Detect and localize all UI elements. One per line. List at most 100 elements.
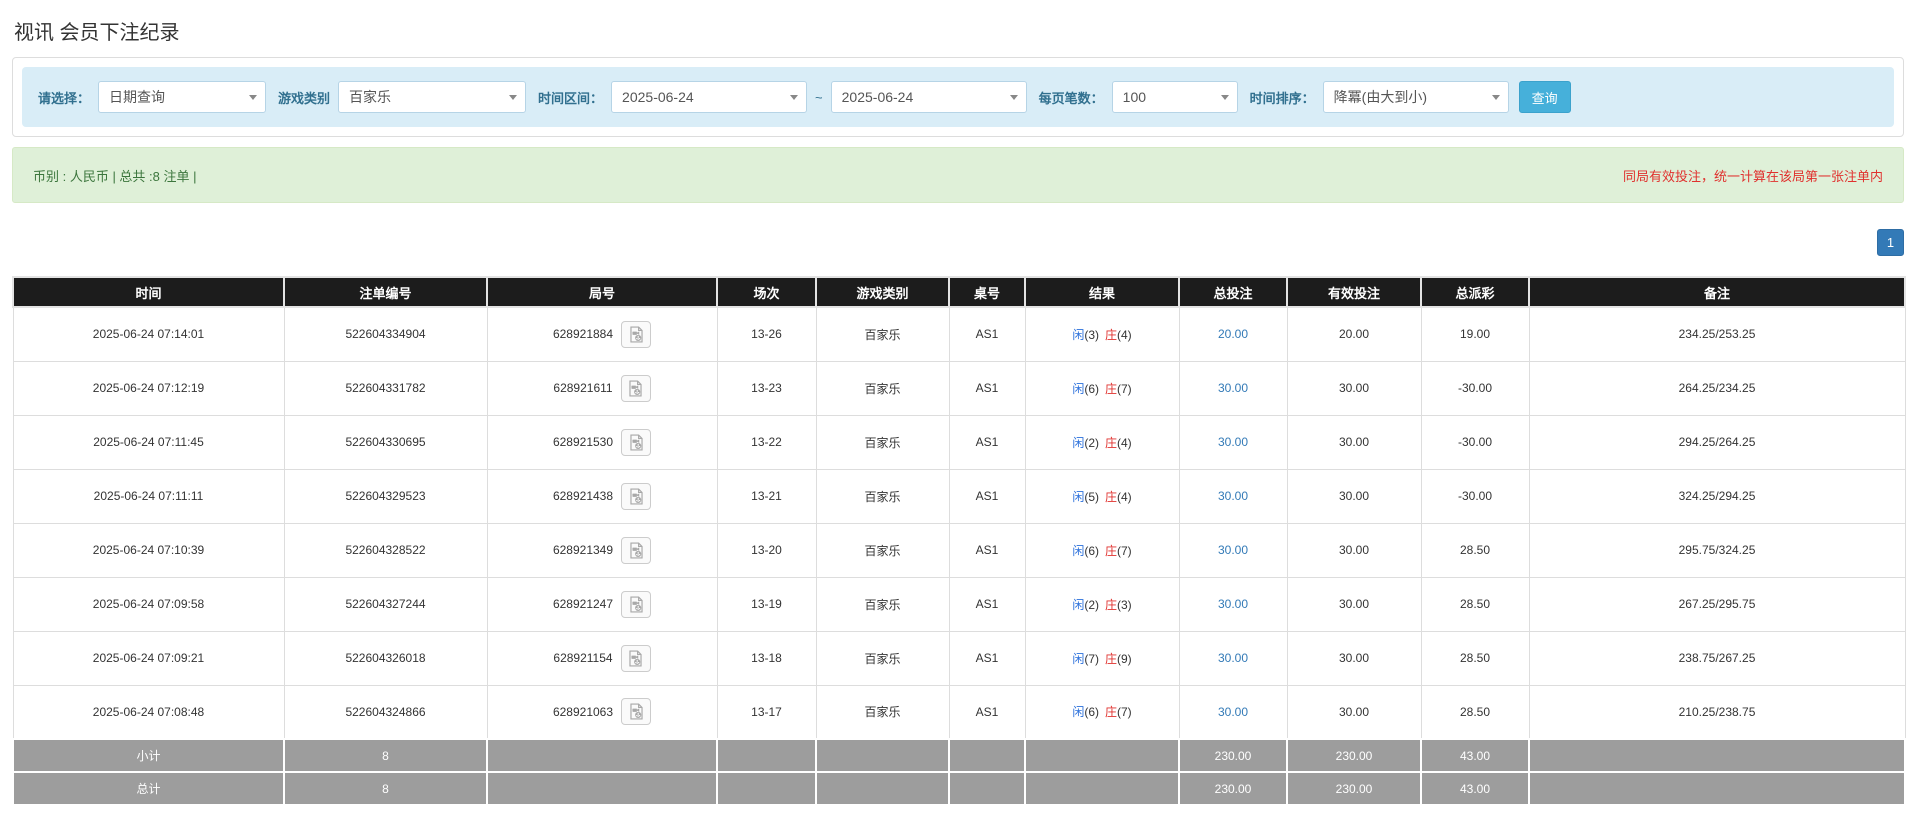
query-type-dropdown[interactable]: 日期查询 [98, 81, 267, 113]
filter-bar: 请选择： 日期查询 游戏类别 百家乐 时间区间： 2025-06-24 ~ 20… [22, 67, 1894, 127]
game-type-dropdown[interactable]: 百家乐 [338, 81, 527, 113]
filter-panel: 请选择： 日期查询 游戏类别 百家乐 时间区间： 2025-06-24 ~ 20… [12, 57, 1904, 137]
cell-session: 13-23 [716, 360, 817, 416]
bet-row-7: 2025-06-24 07:08:48 522604324866 628921063… [12, 684, 1906, 740]
cell-remark: 234.25/253.25 [1528, 306, 1906, 362]
cell-time: 2025-06-24 07:11:45 [12, 414, 285, 470]
cell-table-no: AS1 [948, 684, 1026, 740]
cell-total-bet[interactable]: 30.00 [1178, 522, 1288, 578]
valid-bet-note: 同局有效投注，统一计算在该局第一张注单内 [1622, 168, 1883, 184]
result-banker-value: (7) [1117, 381, 1132, 396]
round-video-button[interactable] [621, 536, 652, 564]
subtotal-row-cell-1: 8 [283, 738, 488, 773]
chevron-down-icon [784, 94, 799, 100]
cell-remark: 264.25/234.25 [1528, 360, 1906, 416]
video-file-icon [629, 433, 643, 451]
round-video-button[interactable] [621, 320, 652, 348]
cell-result: 闲(6) 庄(7) [1024, 684, 1180, 740]
cell-total-bet[interactable]: 30.00 [1178, 414, 1288, 470]
time-range-label: 时间区间： [538, 90, 604, 106]
cell-valid-bet: 20.00 [1286, 306, 1422, 362]
result-banker-label: 庄 [1105, 705, 1118, 720]
cell-time: 2025-06-24 07:09:21 [12, 630, 285, 686]
result-banker-label: 庄 [1105, 597, 1118, 612]
cell-payout: -30.00 [1420, 360, 1530, 416]
table-footer: 小计 8 230.00 230.00 43.00 总计 8 230.00 230.00 43.00 [12, 738, 1906, 806]
cell-bet-id: 522604334904 [283, 306, 488, 362]
result-banker-label: 庄 [1105, 435, 1118, 450]
page-1-button[interactable]: 1 [1877, 229, 1904, 256]
page-size-dropdown[interactable]: 100 [1111, 81, 1238, 113]
table-body: 2025-06-24 07:14:01 522604334904 628921884… [12, 306, 1906, 740]
round-id-text: 628921063 [552, 704, 614, 719]
total-bet-link: 30.00 [1217, 597, 1249, 611]
result-player-label: 闲 [1072, 651, 1085, 666]
total-bet-link: 30.00 [1217, 489, 1249, 503]
cell-result: 闲(6) 庄(7) [1024, 360, 1180, 416]
summary-bar: 币别 : 人民币 | 总共 :8 注单 | 同局有效投注，统一计算在该局第一张注… [12, 147, 1904, 203]
cell-total-bet[interactable]: 30.00 [1178, 684, 1288, 740]
cell-total-bet[interactable]: 30.00 [1178, 468, 1288, 524]
subtotal-row-cell-3 [716, 738, 817, 773]
round-video-button[interactable] [620, 374, 651, 402]
date-from-dropdown[interactable]: 2025-06-24 [611, 81, 808, 113]
cell-table-no: AS1 [948, 630, 1026, 686]
total-row-cell-8: 230.00 [1286, 771, 1422, 806]
cell-session: 13-26 [716, 306, 817, 362]
column-header-7: 总投注 [1178, 276, 1288, 308]
cell-bet-id: 522604326018 [283, 630, 488, 686]
round-video-button[interactable] [621, 590, 652, 618]
cell-game-type: 百家乐 [815, 684, 950, 740]
round-video-button[interactable] [621, 428, 652, 456]
cell-round-id: 628921349 [486, 522, 718, 578]
round-video-button[interactable] [620, 644, 651, 672]
total-row-cell-1: 8 [283, 771, 488, 806]
date-to-dropdown[interactable]: 2025-06-24 [830, 81, 1027, 113]
subtotal-row: 小计 8 230.00 230.00 43.00 [12, 738, 1906, 773]
cell-total-bet[interactable]: 30.00 [1178, 360, 1288, 416]
cell-table-no: AS1 [948, 468, 1026, 524]
result-banker-value: (9) [1117, 651, 1132, 666]
cell-table-no: AS1 [948, 360, 1026, 416]
search-button[interactable]: 查询 [1518, 81, 1571, 113]
cell-round-id: 628921063 [486, 684, 718, 740]
video-file-icon [629, 487, 643, 505]
column-header-10: 备注 [1528, 276, 1906, 308]
time-sort-dropdown[interactable]: 降冪(由大到小) [1322, 81, 1509, 113]
cell-total-bet[interactable]: 30.00 [1178, 630, 1288, 686]
select-type-label: 请选择： [38, 90, 91, 106]
cell-time: 2025-06-24 07:08:48 [12, 684, 285, 740]
total-row-cell-10 [1528, 771, 1906, 806]
cell-result: 闲(7) 庄(9) [1024, 630, 1180, 686]
round-video-button[interactable] [621, 698, 652, 726]
result-banker-value: (4) [1117, 489, 1132, 504]
column-header-6: 结果 [1024, 276, 1180, 308]
result-player-label: 闲 [1072, 435, 1085, 450]
round-id-wrap: 628921530 [489, 417, 716, 468]
round-video-button[interactable] [621, 482, 652, 510]
currency-total-summary: 币别 : 人民币 | 总共 :8 注单 | [33, 168, 197, 184]
cell-total-bet[interactable]: 30.00 [1178, 576, 1288, 632]
cell-game-type: 百家乐 [815, 468, 950, 524]
subtotal-row-cell-7: 230.00 [1178, 738, 1288, 773]
column-header-3: 场次 [716, 276, 817, 308]
cell-bet-id: 522604331782 [283, 360, 488, 416]
table-header-row: 时间 注单编号 局号 场次 游戏类别 桌号 结果 总投注 有效投注 总派彩 备注 [12, 276, 1906, 308]
cell-session: 13-17 [716, 684, 817, 740]
result-player-label: 闲 [1072, 489, 1085, 504]
round-id-wrap: 628921063 [489, 687, 716, 738]
result-banker-label: 庄 [1105, 327, 1118, 342]
round-id-text: 628921884 [552, 327, 614, 342]
cell-valid-bet: 30.00 [1286, 576, 1422, 632]
result-player-value: (5) [1084, 489, 1099, 504]
cell-valid-bet: 30.00 [1286, 630, 1422, 686]
result-player-value: (6) [1084, 543, 1099, 558]
total-row-cell-3 [716, 771, 817, 806]
cell-valid-bet: 30.00 [1286, 468, 1422, 524]
cell-total-bet[interactable]: 20.00 [1178, 306, 1288, 362]
bet-row-4: 2025-06-24 07:10:39 522604328522 628921349… [12, 522, 1906, 578]
result-player-label: 闲 [1072, 327, 1085, 342]
date-to-value: 2025-06-24 [841, 89, 914, 105]
cell-round-id: 628921438 [486, 468, 718, 524]
column-header-9: 总派彩 [1420, 276, 1530, 308]
